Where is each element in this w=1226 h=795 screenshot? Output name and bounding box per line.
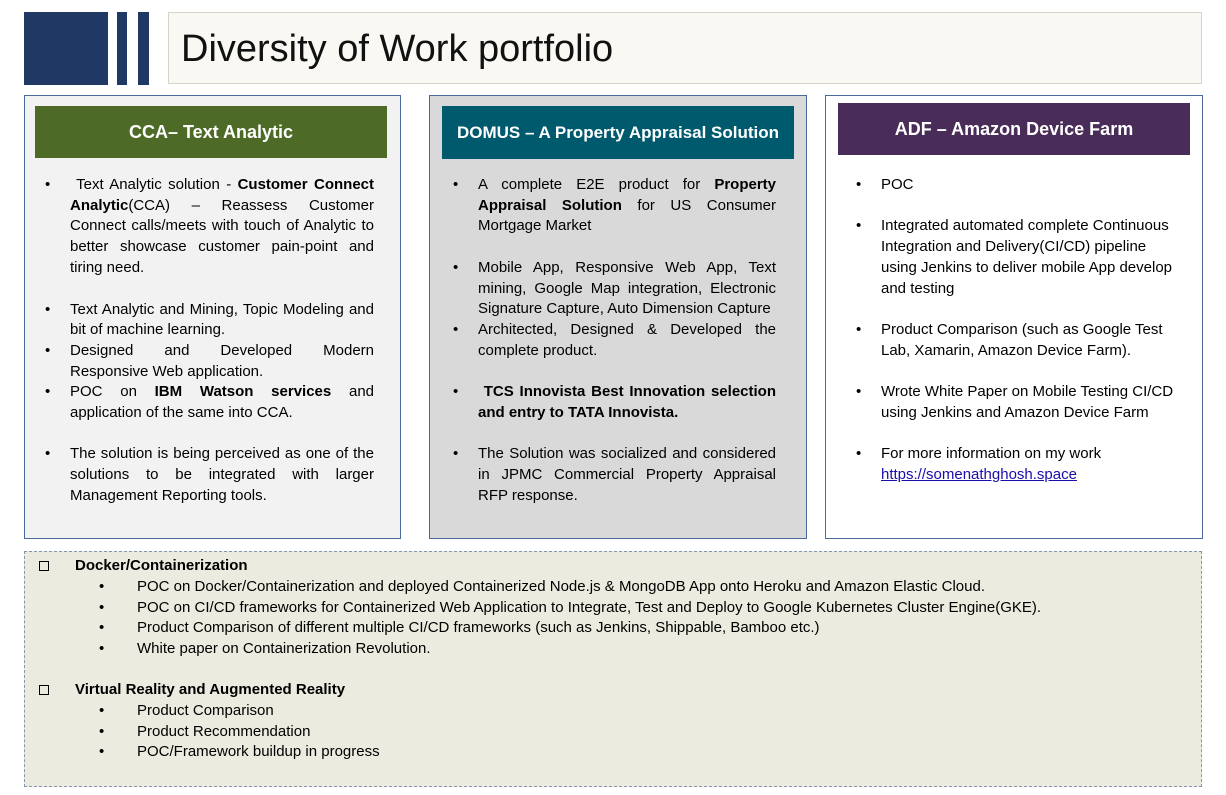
bottom-section: Docker/Containerization POC on Docker/Co… [24, 551, 1202, 787]
vr-item: Product Recommendation [99, 722, 380, 743]
adf-bullet-4: Wrote White Paper on Mobile Testing CI/C… [856, 382, 1181, 423]
title-decoration-bar-2 [138, 12, 149, 85]
title-decoration-bar-1 [117, 12, 127, 85]
domus-bullet-3: Architected, Designed & Developed the co… [453, 320, 776, 361]
cca-bullet-4: POC on IBM Watson services and applicati… [45, 382, 374, 423]
domus-bullet-list: A complete E2E product for Property Appr… [453, 175, 776, 506]
vr-item: POC/Framework buildup in progress [99, 742, 380, 763]
vr-item: Product Comparison [99, 701, 380, 722]
vr-heading: Virtual Reality and Augmented Reality [75, 681, 346, 698]
vr-list: Product Comparison Product Recommendatio… [99, 701, 380, 763]
domus-bullet-2: Mobile App, Responsive Web App, Text min… [453, 258, 776, 320]
adf-header: ADF – Amazon Device Farm [838, 103, 1190, 155]
cca-bullet-2: Text Analytic and Mining, Topic Modeling… [45, 300, 374, 341]
adf-bullet-2: Integrated automated complete Continuous… [856, 216, 1181, 299]
page-title: Diversity of Work portfolio [181, 28, 614, 70]
domus-panel: DOMUS – A Property Appraisal Solution A … [429, 95, 807, 539]
domus-bullet-4: TCS Innovista Best Innovation selection … [453, 382, 776, 423]
adf-panel: ADF – Amazon Device Farm POC Integrated … [825, 95, 1203, 539]
checkbox-bullet-icon [39, 561, 49, 571]
cca-header: CCA– Text Analytic [35, 106, 387, 158]
cca-bullet-1: Text Analytic solution - Customer Connec… [45, 175, 374, 279]
docker-item: White paper on Containerization Revoluti… [99, 639, 1041, 660]
domus-header: DOMUS – A Property Appraisal Solution [442, 106, 794, 159]
checkbox-bullet-icon [39, 685, 49, 695]
title-decoration-block [24, 12, 108, 85]
adf-bullet-1: POC [856, 175, 1181, 196]
domus-bullet-1: A complete E2E product for Property Appr… [453, 175, 776, 237]
docker-list: POC on Docker/Containerization and deplo… [99, 577, 1041, 660]
title-banner: Diversity of Work portfolio [168, 12, 1202, 84]
cca-bullet-list: Text Analytic solution - Customer Connec… [45, 175, 374, 507]
docker-item: POC on Docker/Containerization and deplo… [99, 577, 1041, 598]
domus-bullet-5: The Solution was socialized and consider… [453, 444, 776, 506]
cca-bullet-3: Designed and Developed Modern Responsive… [45, 341, 374, 382]
adf-bullet-3: Product Comparison (such as Google Test … [856, 320, 1181, 361]
portfolio-link[interactable]: https://somenathghosh.space [881, 466, 1077, 483]
cca-bullet-5: The solution is being perceived as one o… [45, 444, 374, 506]
cca-panel: CCA– Text Analytic Text Analytic solutio… [24, 95, 401, 539]
docker-item: Product Comparison of different multiple… [99, 618, 1041, 639]
docker-item: POC on CI/CD frameworks for Containerize… [99, 598, 1041, 619]
docker-heading: Docker/Containerization [75, 557, 248, 574]
adf-bullet-5: For more information on my work https://… [856, 444, 1181, 485]
adf-bullet-list: POC Integrated automated complete Contin… [856, 175, 1181, 485]
